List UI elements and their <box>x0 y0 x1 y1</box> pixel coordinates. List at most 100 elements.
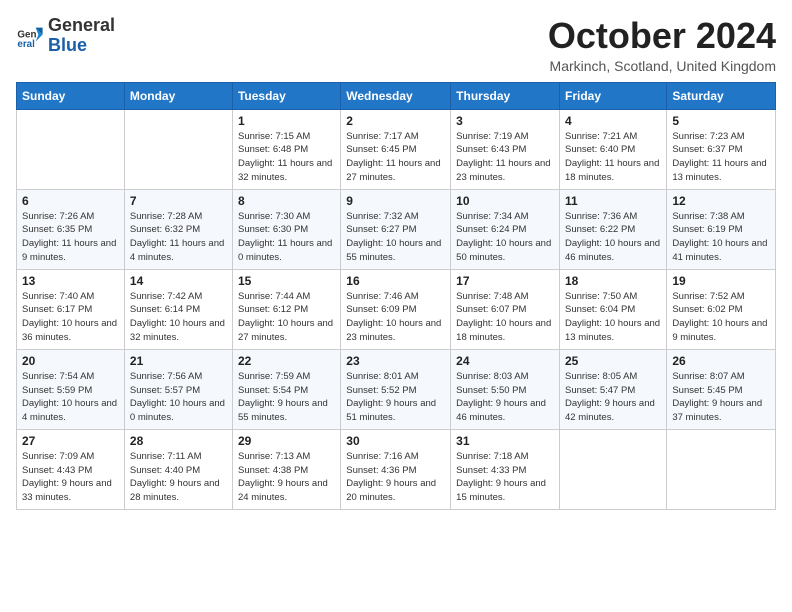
day-info: Sunrise: 7:18 AMSunset: 4:33 PMDaylight:… <box>456 450 554 505</box>
day-info: Sunrise: 8:05 AMSunset: 5:47 PMDaylight:… <box>565 370 661 425</box>
week-row-4: 20Sunrise: 7:54 AMSunset: 5:59 PMDayligh… <box>17 349 776 429</box>
day-cell: 8Sunrise: 7:30 AMSunset: 6:30 PMDaylight… <box>232 189 340 269</box>
week-row-5: 27 Sunrise: 7:09 AMSunset: 4:43 PMDayligh… <box>17 429 776 509</box>
day-cell: 11Sunrise: 7:36 AMSunset: 6:22 PMDayligh… <box>560 189 667 269</box>
day-cell <box>667 429 776 509</box>
day-cell: 29 Sunrise: 7:13 AMSunset: 4:38 PMDayligh… <box>232 429 340 509</box>
day-info: Sunrise: 7:34 AMSunset: 6:24 PMDaylight:… <box>456 210 554 265</box>
day-number: 13 <box>22 274 119 288</box>
day-cell: 21 Sunrise: 7:56 AMSunset: 5:57 PMDayligh… <box>124 349 232 429</box>
week-row-2: 6 Sunrise: 7:26 AMSunset: 6:35 PMDaylight… <box>17 189 776 269</box>
day-info: Sunrise: 7:15 AMSunset: 6:48 PMDaylight:… <box>238 130 335 185</box>
day-info: Sunrise: 7:48 AMSunset: 6:07 PMDaylight:… <box>456 290 554 345</box>
day-cell: 30Sunrise: 7:16 AMSunset: 4:36 PMDayligh… <box>341 429 451 509</box>
day-number: 28 <box>130 434 227 448</box>
logo-icon: Gen eral <box>16 22 44 50</box>
day-cell: 10 Sunrise: 7:34 AMSunset: 6:24 PMDayligh… <box>451 189 560 269</box>
day-number: 22 <box>238 354 335 368</box>
day-info: Sunrise: 7:21 AMSunset: 6:40 PMDaylight:… <box>565 130 661 185</box>
col-header-thursday: Thursday <box>451 82 560 109</box>
day-cell: 16 Sunrise: 7:46 AMSunset: 6:09 PMDayligh… <box>341 269 451 349</box>
day-info: Sunrise: 7:46 AMSunset: 6:09 PMDaylight:… <box>346 290 445 345</box>
day-info: Sunrise: 7:54 AMSunset: 5:59 PMDaylight:… <box>22 370 119 425</box>
day-info: Sunrise: 7:36 AMSunset: 6:22 PMDaylight:… <box>565 210 661 265</box>
day-number: 16 <box>346 274 445 288</box>
day-cell: 24 Sunrise: 8:03 AMSunset: 5:50 PMDayligh… <box>451 349 560 429</box>
day-number: 23 <box>346 354 445 368</box>
col-header-saturday: Saturday <box>667 82 776 109</box>
day-number: 8 <box>238 194 335 208</box>
col-header-friday: Friday <box>560 82 667 109</box>
day-info: Sunrise: 7:40 AMSunset: 6:17 PMDaylight:… <box>22 290 119 345</box>
day-cell: 1 Sunrise: 7:15 AMSunset: 6:48 PMDaylight… <box>232 109 340 189</box>
day-info: Sunrise: 7:19 AMSunset: 6:43 PMDaylight:… <box>456 130 554 185</box>
day-info: Sunrise: 7:23 AMSunset: 6:37 PMDaylight:… <box>672 130 770 185</box>
day-info: Sunrise: 7:38 AMSunset: 6:19 PMDaylight:… <box>672 210 770 265</box>
day-cell: 13 Sunrise: 7:40 AMSunset: 6:17 PMDayligh… <box>17 269 125 349</box>
day-number: 14 <box>130 274 227 288</box>
day-number: 4 <box>565 114 661 128</box>
day-cell: 27 Sunrise: 7:09 AMSunset: 4:43 PMDayligh… <box>17 429 125 509</box>
col-header-sunday: Sunday <box>17 82 125 109</box>
day-number: 2 <box>346 114 445 128</box>
day-cell: 26 Sunrise: 8:07 AMSunset: 5:45 PMDayligh… <box>667 349 776 429</box>
logo-text: General Blue <box>48 16 115 56</box>
header-row: SundayMondayTuesdayWednesdayThursdayFrid… <box>17 82 776 109</box>
day-number: 10 <box>456 194 554 208</box>
day-cell: 9 Sunrise: 7:32 AMSunset: 6:27 PMDaylight… <box>341 189 451 269</box>
calendar-table: SundayMondayTuesdayWednesdayThursdayFrid… <box>16 82 776 510</box>
day-info: Sunrise: 7:13 AMSunset: 4:38 PMDaylight:… <box>238 450 335 505</box>
day-cell <box>17 109 125 189</box>
day-number: 31 <box>456 434 554 448</box>
day-number: 24 <box>456 354 554 368</box>
title-block: October 2024 Markinch, Scotland, United … <box>548 16 776 74</box>
day-info: Sunrise: 7:09 AMSunset: 4:43 PMDaylight:… <box>22 450 119 505</box>
day-info: Sunrise: 7:28 AMSunset: 6:32 PMDaylight:… <box>130 210 227 265</box>
day-number: 17 <box>456 274 554 288</box>
day-cell: 5Sunrise: 7:23 AMSunset: 6:37 PMDaylight… <box>667 109 776 189</box>
day-cell: 15 Sunrise: 7:44 AMSunset: 6:12 PMDayligh… <box>232 269 340 349</box>
day-number: 6 <box>22 194 119 208</box>
col-header-wednesday: Wednesday <box>341 82 451 109</box>
day-cell: 20Sunrise: 7:54 AMSunset: 5:59 PMDayligh… <box>17 349 125 429</box>
day-info: Sunrise: 8:03 AMSunset: 5:50 PMDaylight:… <box>456 370 554 425</box>
day-number: 15 <box>238 274 335 288</box>
day-cell: 4 Sunrise: 7:21 AMSunset: 6:40 PMDaylight… <box>560 109 667 189</box>
day-number: 25 <box>565 354 661 368</box>
day-number: 27 <box>22 434 119 448</box>
day-cell: 7 Sunrise: 7:28 AMSunset: 6:32 PMDaylight… <box>124 189 232 269</box>
day-info: Sunrise: 7:50 AMSunset: 6:04 PMDaylight:… <box>565 290 661 345</box>
logo-general: General <box>48 15 115 35</box>
location: Markinch, Scotland, United Kingdom <box>548 58 776 74</box>
day-cell: 6 Sunrise: 7:26 AMSunset: 6:35 PMDaylight… <box>17 189 125 269</box>
day-number: 26 <box>672 354 770 368</box>
day-cell: 3Sunrise: 7:19 AMSunset: 6:43 PMDaylight… <box>451 109 560 189</box>
day-cell: 31 Sunrise: 7:18 AMSunset: 4:33 PMDayligh… <box>451 429 560 509</box>
day-info: Sunrise: 7:59 AMSunset: 5:54 PMDaylight:… <box>238 370 335 425</box>
day-info: Sunrise: 8:07 AMSunset: 5:45 PMDaylight:… <box>672 370 770 425</box>
day-number: 9 <box>346 194 445 208</box>
day-info: Sunrise: 7:56 AMSunset: 5:57 PMDaylight:… <box>130 370 227 425</box>
day-info: Sunrise: 7:32 AMSunset: 6:27 PMDaylight:… <box>346 210 445 265</box>
day-cell: 14Sunrise: 7:42 AMSunset: 6:14 PMDayligh… <box>124 269 232 349</box>
day-cell: 23 Sunrise: 8:01 AMSunset: 5:52 PMDayligh… <box>341 349 451 429</box>
page-header: Gen eral General Blue October 2024 Marki… <box>16 16 776 74</box>
day-info: Sunrise: 8:01 AMSunset: 5:52 PMDaylight:… <box>346 370 445 425</box>
day-cell: 2Sunrise: 7:17 AMSunset: 6:45 PMDaylight… <box>341 109 451 189</box>
day-number: 7 <box>130 194 227 208</box>
week-row-1: 1 Sunrise: 7:15 AMSunset: 6:48 PMDaylight… <box>17 109 776 189</box>
week-row-3: 13 Sunrise: 7:40 AMSunset: 6:17 PMDayligh… <box>17 269 776 349</box>
day-number: 21 <box>130 354 227 368</box>
day-info: Sunrise: 7:11 AMSunset: 4:40 PMDaylight:… <box>130 450 227 505</box>
svg-text:eral: eral <box>17 39 35 50</box>
day-number: 1 <box>238 114 335 128</box>
day-info: Sunrise: 7:44 AMSunset: 6:12 PMDaylight:… <box>238 290 335 345</box>
day-cell: 28 Sunrise: 7:11 AMSunset: 4:40 PMDayligh… <box>124 429 232 509</box>
day-number: 29 <box>238 434 335 448</box>
day-cell: 19Sunrise: 7:52 AMSunset: 6:02 PMDayligh… <box>667 269 776 349</box>
day-number: 12 <box>672 194 770 208</box>
day-info: Sunrise: 7:16 AMSunset: 4:36 PMDaylight:… <box>346 450 445 505</box>
day-info: Sunrise: 7:52 AMSunset: 6:02 PMDaylight:… <box>672 290 770 345</box>
day-number: 18 <box>565 274 661 288</box>
day-info: Sunrise: 7:26 AMSunset: 6:35 PMDaylight:… <box>22 210 119 265</box>
